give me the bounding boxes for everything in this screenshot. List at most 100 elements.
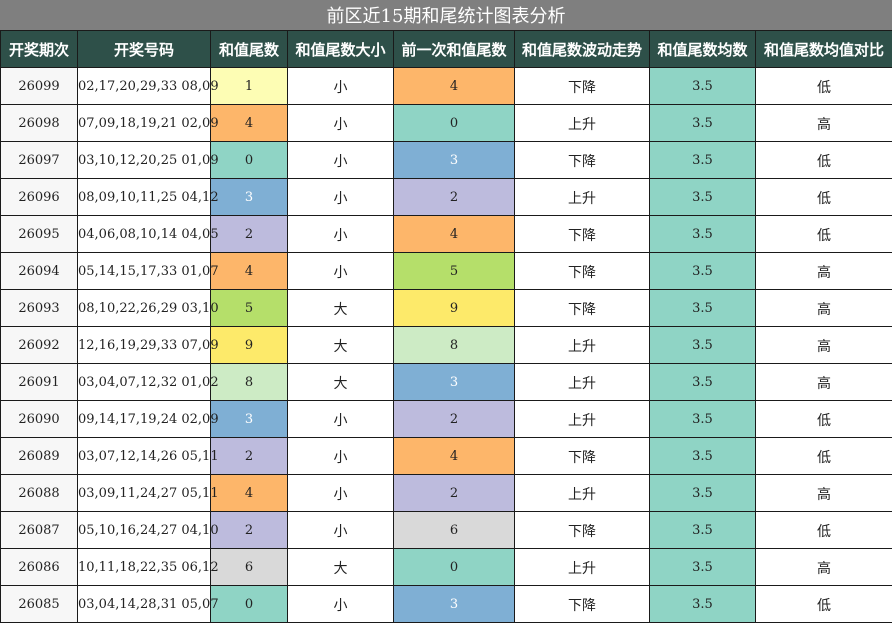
average-cell: 3.5 <box>650 364 756 401</box>
compare-cell: 高 <box>756 290 892 327</box>
table-row: 2608803,09,11,24,27 05,114小2上升3.5高 <box>1 475 892 512</box>
period-cell: 26090 <box>1 401 78 438</box>
tail-cell: 0 <box>211 142 288 179</box>
compare-cell: 高 <box>756 253 892 290</box>
trend-cell: 上升 <box>515 179 650 216</box>
prev-tail-cell: 2 <box>394 179 515 216</box>
trend-cell: 下降 <box>515 586 650 623</box>
compare-cell: 低 <box>756 216 892 253</box>
average-cell: 3.5 <box>650 105 756 142</box>
trend-cell: 上升 <box>515 327 650 364</box>
trend-cell: 下降 <box>515 253 650 290</box>
period-cell: 26096 <box>1 179 78 216</box>
period-cell: 26086 <box>1 549 78 586</box>
table-row: 2609902,17,20,29,33 08,091小4下降3.5低 <box>1 68 892 105</box>
numbers-cell: 07,09,18,19,21 02,09 <box>78 105 211 142</box>
table-row: 2608610,11,18,22,35 06,126大0上升3.5高 <box>1 549 892 586</box>
trend-cell: 上升 <box>515 105 650 142</box>
trend-cell: 下降 <box>515 142 650 179</box>
average-cell: 3.5 <box>650 179 756 216</box>
compare-cell: 低 <box>756 179 892 216</box>
prev-tail-cell: 0 <box>394 549 515 586</box>
period-cell: 26089 <box>1 438 78 475</box>
header-trend: 和值尾数波动走势 <box>515 31 650 68</box>
header-size: 和值尾数大小 <box>288 31 394 68</box>
compare-cell: 高 <box>756 475 892 512</box>
period-cell: 26095 <box>1 216 78 253</box>
header-compare: 和值尾数均值对比 <box>756 31 892 68</box>
numbers-cell: 03,04,14,28,31 05,07 <box>78 586 211 623</box>
tail-cell: 3 <box>211 179 288 216</box>
tail-cell: 4 <box>211 253 288 290</box>
average-cell: 3.5 <box>650 216 756 253</box>
numbers-cell: 02,17,20,29,33 08,09 <box>78 68 211 105</box>
size-cell: 小 <box>288 586 394 623</box>
compare-cell: 高 <box>756 105 892 142</box>
prev-tail-cell: 3 <box>394 364 515 401</box>
numbers-cell: 05,10,16,24,27 04,10 <box>78 512 211 549</box>
period-cell: 26091 <box>1 364 78 401</box>
numbers-cell: 08,10,22,26,29 03,10 <box>78 290 211 327</box>
size-cell: 小 <box>288 216 394 253</box>
prev-tail-cell: 2 <box>394 475 515 512</box>
prev-tail-cell: 3 <box>394 142 515 179</box>
prev-tail-cell: 2 <box>394 401 515 438</box>
numbers-cell: 03,10,12,20,25 01,09 <box>78 142 211 179</box>
trend-cell: 下降 <box>515 438 650 475</box>
size-cell: 大 <box>288 549 394 586</box>
prev-tail-cell: 4 <box>394 216 515 253</box>
numbers-cell: 12,16,19,29,33 07,09 <box>78 327 211 364</box>
trend-cell: 上升 <box>515 364 650 401</box>
average-cell: 3.5 <box>650 438 756 475</box>
compare-cell: 低 <box>756 586 892 623</box>
prev-tail-cell: 3 <box>394 586 515 623</box>
numbers-cell: 03,09,11,24,27 05,11 <box>78 475 211 512</box>
header-prev-tail: 前一次和值尾数 <box>394 31 515 68</box>
header-period: 开奖期次 <box>1 31 78 68</box>
average-cell: 3.5 <box>650 549 756 586</box>
numbers-cell: 08,09,10,11,25 04,12 <box>78 179 211 216</box>
table-row: 2609504,06,08,10,14 04,052小4下降3.5低 <box>1 216 892 253</box>
compare-cell: 低 <box>756 142 892 179</box>
compare-cell: 低 <box>756 68 892 105</box>
header-row: 开奖期次 开奖号码 和值尾数 和值尾数大小 前一次和值尾数 和值尾数波动走势 和… <box>1 31 892 68</box>
table-title: 前区近15期和尾统计图表分析 <box>0 0 892 30</box>
table-row: 2609212,16,19,29,33 07,099大8上升3.5高 <box>1 327 892 364</box>
size-cell: 大 <box>288 290 394 327</box>
average-cell: 3.5 <box>650 327 756 364</box>
tail-cell: 4 <box>211 475 288 512</box>
table-row: 2609405,14,15,17,33 01,074小5下降3.5高 <box>1 253 892 290</box>
prev-tail-cell: 4 <box>394 438 515 475</box>
table-row: 2609103,04,07,12,32 01,028大3上升3.5高 <box>1 364 892 401</box>
numbers-cell: 05,14,15,17,33 01,07 <box>78 253 211 290</box>
size-cell: 小 <box>288 142 394 179</box>
table-row: 2609807,09,18,19,21 02,094小0上升3.5高 <box>1 105 892 142</box>
table-row: 2609703,10,12,20,25 01,090小3下降3.5低 <box>1 142 892 179</box>
tail-cell: 2 <box>211 438 288 475</box>
period-cell: 26098 <box>1 105 78 142</box>
prev-tail-cell: 9 <box>394 290 515 327</box>
tail-cell: 0 <box>211 586 288 623</box>
period-cell: 26099 <box>1 68 78 105</box>
numbers-cell: 10,11,18,22,35 06,12 <box>78 549 211 586</box>
header-tail: 和值尾数 <box>211 31 288 68</box>
prev-tail-cell: 6 <box>394 512 515 549</box>
tail-cell: 8 <box>211 364 288 401</box>
trend-cell: 下降 <box>515 216 650 253</box>
tail-cell: 4 <box>211 105 288 142</box>
header-average: 和值尾数均数 <box>650 31 756 68</box>
size-cell: 小 <box>288 475 394 512</box>
size-cell: 小 <box>288 179 394 216</box>
trend-cell: 下降 <box>515 290 650 327</box>
prev-tail-cell: 8 <box>394 327 515 364</box>
compare-cell: 低 <box>756 438 892 475</box>
trend-cell: 上升 <box>515 549 650 586</box>
period-cell: 26097 <box>1 142 78 179</box>
trend-cell: 下降 <box>515 512 650 549</box>
table-row: 2609308,10,22,26,29 03,105大9下降3.5高 <box>1 290 892 327</box>
period-cell: 26088 <box>1 475 78 512</box>
prev-tail-cell: 0 <box>394 105 515 142</box>
tail-cell: 2 <box>211 216 288 253</box>
tail-stats-table: 开奖期次 开奖号码 和值尾数 和值尾数大小 前一次和值尾数 和值尾数波动走势 和… <box>0 30 892 623</box>
period-cell: 26085 <box>1 586 78 623</box>
